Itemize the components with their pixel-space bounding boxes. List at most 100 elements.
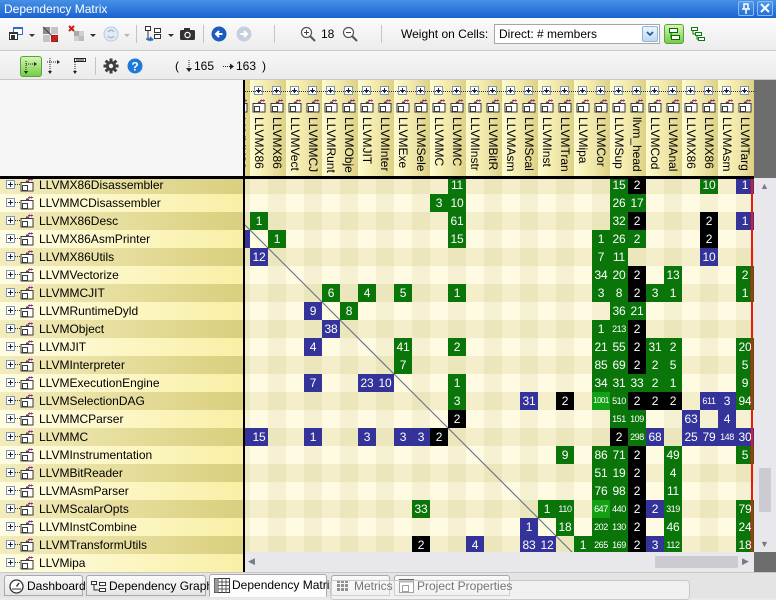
zoom-in-icon[interactable]: [300, 26, 316, 42]
column-header[interactable]: LLVMMC: [430, 80, 448, 176]
matrix-cell[interactable]: 3: [430, 194, 448, 212]
column-header[interactable]: llvm_head: [628, 80, 646, 176]
expand-icon[interactable]: [6, 234, 15, 243]
matrix-cell[interactable]: 11: [610, 248, 628, 266]
column-header[interactable]: LLVMX86: [250, 80, 268, 176]
row-header[interactable]: LLVMSelectionDAG: [0, 392, 243, 410]
matrix-cell[interactable]: 49: [664, 446, 682, 464]
matrix-cell[interactable]: 36: [610, 302, 628, 320]
expand-icon[interactable]: [6, 522, 15, 531]
cross-arrows-icon[interactable]: [46, 57, 62, 75]
matrix-cell[interactable]: 112: [664, 536, 682, 552]
expand-icon[interactable]: [6, 396, 15, 405]
column-header[interactable]: LLVMipa: [574, 80, 592, 176]
matrix-cell[interactable]: 15: [448, 230, 466, 248]
row-header[interactable]: LLVMRuntimeDyld: [0, 302, 243, 320]
horizontal-scrollbar[interactable]: ◀ ▶: [245, 552, 754, 572]
matrix-cell[interactable]: 1: [304, 428, 322, 446]
matrix-cell[interactable]: 19: [610, 464, 628, 482]
tree-expand-icon[interactable]: [690, 26, 706, 42]
row-header[interactable]: LLVMMCDisassembler: [0, 194, 243, 212]
matrix-cell[interactable]: 51: [592, 464, 610, 482]
matrix-cell[interactable]: 13: [664, 266, 682, 284]
expand-icon[interactable]: [6, 414, 15, 423]
matrix-cell[interactable]: 298: [628, 428, 646, 446]
gear-icon[interactable]: [103, 58, 119, 74]
graph-export-dropdown[interactable]: [168, 34, 174, 37]
matrix-cell[interactable]: 213: [610, 320, 628, 338]
column-header[interactable]: LLVMAsm: [718, 80, 736, 176]
matrix-cell[interactable]: 3: [394, 428, 412, 446]
horizontal-scroll-thumb[interactable]: [655, 556, 738, 568]
matrix-cell[interactable]: 10: [700, 178, 718, 194]
column-header[interactable]: LLVMJIT: [358, 80, 376, 176]
matrix-cell[interactable]: 1: [592, 320, 610, 338]
matrix-cell[interactable]: 1001: [592, 392, 610, 410]
row-header[interactable]: LLVMInstrumentation: [0, 446, 243, 464]
matrix-cell[interactable]: 2: [628, 536, 646, 552]
matrix-cell[interactable]: 33: [628, 374, 646, 392]
column-header[interactable]: LLVMMCJ: [304, 80, 322, 176]
column-header[interactable]: LLVMTran: [556, 80, 574, 176]
matrix-cell[interactable]: 12: [538, 536, 556, 552]
column-header[interactable]: LLVMBitR: [484, 80, 502, 176]
matrix-cell[interactable]: 2: [628, 446, 646, 464]
column-header[interactable]: LLVMTarg: [736, 80, 754, 176]
matrix-cell[interactable]: 2: [610, 428, 628, 446]
matrix-cell[interactable]: 3: [718, 392, 736, 410]
expand-icon[interactable]: [6, 324, 15, 333]
column-header[interactable]: LLVMInst: [538, 80, 556, 176]
ruler-icon[interactable]: [71, 57, 87, 75]
matrix-cell[interactable]: 46: [664, 518, 682, 536]
matrix-cell[interactable]: 2: [646, 392, 664, 410]
expand-icon[interactable]: [6, 306, 15, 315]
row-header[interactable]: LLVMMCJIT: [0, 284, 243, 302]
matrix-cell[interactable]: 510: [610, 392, 628, 410]
matrix-cell[interactable]: 7: [304, 374, 322, 392]
matrix-cell[interactable]: 2: [628, 482, 646, 500]
matrix-cell[interactable]: 21: [592, 338, 610, 356]
matrix-cell[interactable]: 3: [592, 284, 610, 302]
matrix-cell[interactable]: 2: [628, 464, 646, 482]
matrix-cell[interactable]: 31: [610, 374, 628, 392]
row-header[interactable]: LLVMX86Desc: [0, 212, 243, 230]
row-header[interactable]: LLVMX86Utils: [0, 248, 243, 266]
matrix-cell[interactable]: 2: [664, 338, 682, 356]
matrix-cell[interactable]: 2: [628, 284, 646, 302]
scroll-left-arrow[interactable]: ◀: [248, 556, 255, 567]
row-header[interactable]: LLVMObject: [0, 320, 243, 338]
pin-button[interactable]: [738, 1, 754, 16]
row-header[interactable]: LLVMBitReader: [0, 464, 243, 482]
matrix-cell[interactable]: 17: [628, 194, 646, 212]
expand-icon[interactable]: [6, 450, 15, 459]
matrix-cell[interactable]: 1: [664, 284, 682, 302]
matrix-cell[interactable]: 5: [664, 356, 682, 374]
matrix-cell[interactable]: 4: [718, 410, 736, 428]
matrix-cell[interactable]: 3: [358, 428, 376, 446]
matrix-cell[interactable]: 33: [412, 500, 430, 518]
matrix-cell[interactable]: 1: [250, 212, 268, 230]
matrix-cell[interactable]: 2: [646, 374, 664, 392]
matrix-cell[interactable]: 7: [394, 356, 412, 374]
matrix-cell[interactable]: 202: [592, 518, 610, 536]
window-layout-icon[interactable]: [8, 26, 24, 42]
row-header[interactable]: LLVMX86AsmPrinter: [0, 230, 243, 248]
tab-dependency-graph[interactable]: Dependency Graph: [86, 575, 213, 596]
matrix-cell[interactable]: 2: [628, 500, 646, 518]
matrix-cell[interactable]: 2: [628, 266, 646, 284]
matrix-cell[interactable]: 15: [250, 428, 268, 446]
expand-icon[interactable]: [6, 504, 15, 513]
row-header[interactable]: LLVMTransformUtils: [0, 536, 243, 554]
matrix-cell[interactable]: 1: [268, 230, 286, 248]
matrix-cell[interactable]: 4: [664, 464, 682, 482]
matrix-cell[interactable]: 647: [592, 500, 610, 518]
matrix-cell[interactable]: 169: [610, 536, 628, 552]
row-header[interactable]: LLVMAsmParser: [0, 482, 243, 500]
expand-icon[interactable]: [6, 378, 15, 387]
matrix-cell[interactable]: 86: [592, 446, 610, 464]
matrix-cell[interactable]: 55: [610, 338, 628, 356]
matrix-cell[interactable]: 3: [646, 536, 664, 552]
matrix-cell[interactable]: 25: [682, 428, 700, 446]
expand-icon[interactable]: [6, 198, 15, 207]
row-header[interactable]: LLVMMC: [0, 428, 243, 446]
